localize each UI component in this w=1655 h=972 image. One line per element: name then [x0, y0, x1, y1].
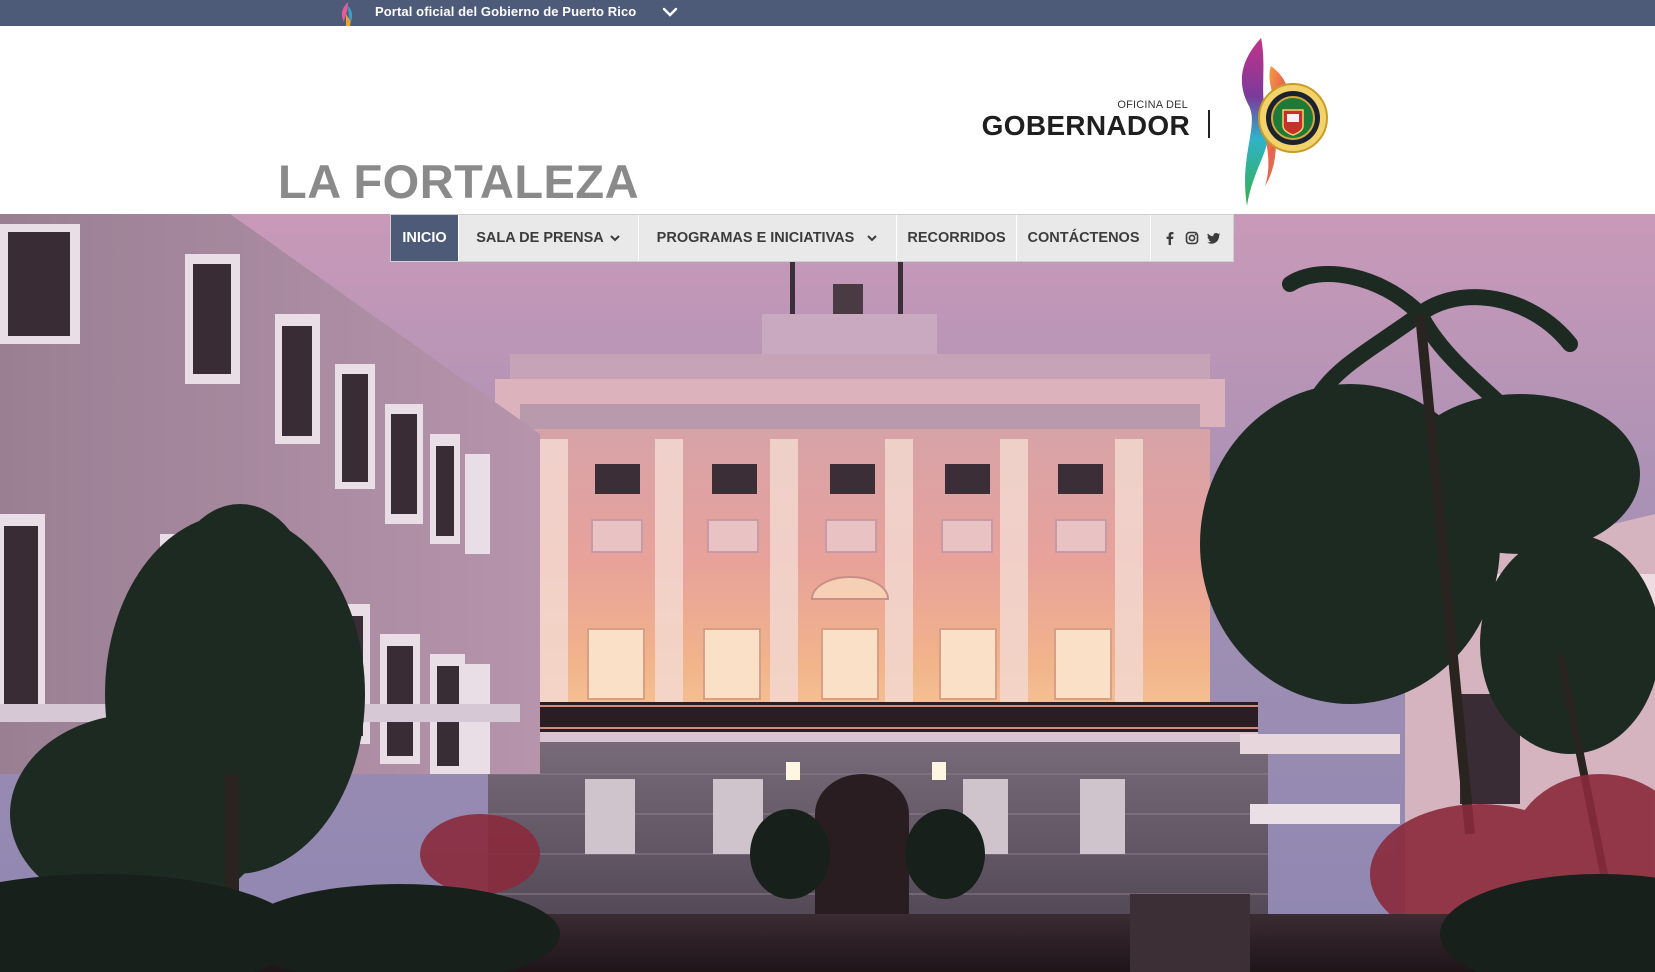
gov-portal-label[interactable]: Portal oficial del Gobierno de Puerto Ri… [375, 4, 636, 19]
twitter-icon[interactable] [1207, 231, 1221, 245]
chevron-down-icon [610, 235, 620, 242]
facebook-icon[interactable] [1163, 231, 1177, 245]
chevron-down-icon [867, 235, 878, 242]
office-title[interactable]: GOBERNADOR [960, 110, 1190, 142]
nav-item-sala-de-prensa[interactable]: SALA DE PRENSA [459, 215, 639, 261]
nav-item-label: PROGRAMAS E INICIATIVAS [656, 230, 855, 246]
main-nav: INICIO SALA DE PRENSA PROGRAMAS E INICIA… [390, 214, 1234, 262]
flame-logo-icon [341, 2, 353, 26]
hero-image [0, 214, 1655, 972]
site-title[interactable]: LA FORTALEZA [278, 154, 639, 209]
nav-item-recorridos[interactable]: RECORRIDOS [897, 215, 1017, 261]
chevron-down-icon[interactable] [662, 5, 678, 19]
header-divider [1208, 110, 1210, 138]
nav-item-programas-e-iniciativas[interactable]: PROGRAMAS E INICIATIVAS [639, 215, 897, 261]
nav-item-label: CONTÁCTENOS [1027, 230, 1140, 246]
fortaleza-palace-photo [0, 214, 1655, 972]
nav-item-label: INICIO [402, 230, 447, 246]
nav-item-contactenos[interactable]: CONTÁCTENOS [1017, 215, 1151, 261]
nav-item-inicio[interactable]: INICIO [391, 215, 459, 261]
site-header: LA FORTALEZA OFICINA DEL GOBERNADOR [0, 26, 1655, 214]
nav-item-label: SALA DE PRENSA [476, 230, 604, 246]
nav-item-label: RECORRIDOS [907, 230, 1006, 246]
instagram-icon[interactable] [1185, 231, 1199, 245]
social-links [1151, 215, 1233, 261]
government-seal-logo[interactable] [1225, 36, 1335, 208]
gov-portal-bar[interactable]: Portal oficial del Gobierno de Puerto Ri… [0, 0, 1655, 26]
